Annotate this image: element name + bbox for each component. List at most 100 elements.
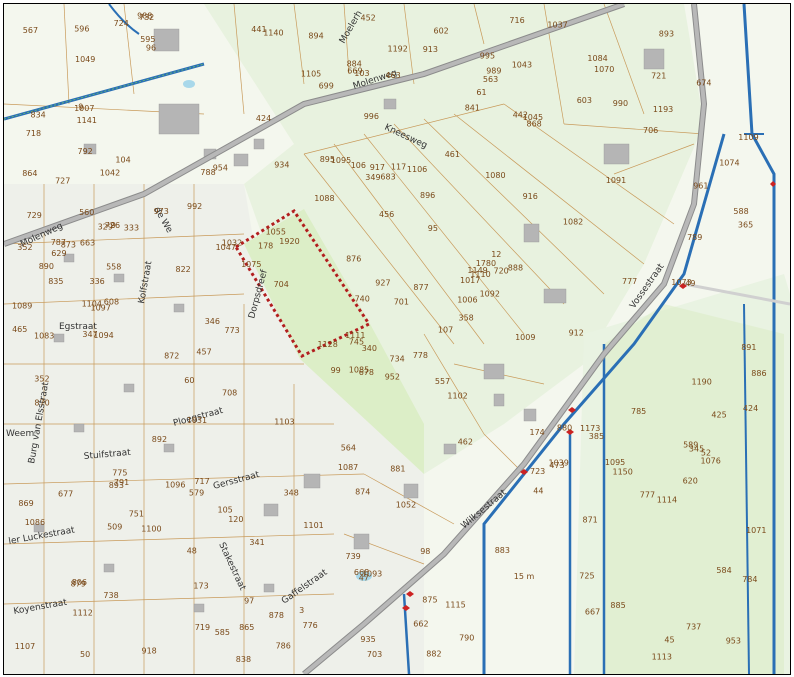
- parcel-number: 1055: [266, 228, 286, 237]
- parcel-number: 106: [351, 161, 366, 170]
- parcel-number: 706: [643, 126, 658, 135]
- parcel-number: 720: [494, 267, 509, 276]
- parcel-number: 892: [152, 435, 167, 444]
- parcel-number: 841: [465, 104, 480, 113]
- parcel-number: 98: [420, 547, 430, 556]
- parcel-number: 1083: [34, 332, 54, 341]
- parcel-number: 365: [738, 221, 753, 230]
- parcel-number: 788: [200, 168, 215, 177]
- parcel-number: 3: [299, 606, 304, 615]
- parcel-number: 1042: [100, 168, 120, 177]
- map-viewport[interactable]: Molenweg Molenweg Wilksestraat Vossestraat K…: [3, 3, 791, 675]
- parcel-number: 790: [459, 633, 474, 642]
- parcel-number: 674: [696, 79, 711, 88]
- parcel-number: 1091: [606, 176, 626, 185]
- parcel-number: 1140: [263, 29, 283, 38]
- parcel-number: 178: [258, 242, 273, 251]
- parcel-number: 778: [413, 351, 428, 360]
- parcel-number: 341: [249, 538, 264, 547]
- parcel-number: 1106: [407, 165, 427, 174]
- parcel-number: 740: [355, 294, 370, 303]
- parcel-number: 589: [683, 440, 698, 449]
- parcel-number: 60: [184, 376, 194, 385]
- parcel-number: 1100: [141, 524, 161, 533]
- parcel-number: 724: [114, 19, 129, 28]
- parcel-number: 461: [445, 150, 460, 159]
- parcel-number: 992: [187, 202, 202, 211]
- parcel-number: 465: [12, 325, 27, 334]
- parcel-number: 96: [146, 43, 156, 52]
- parcel-number: 787: [51, 238, 66, 247]
- parcel-number: 776: [303, 621, 318, 630]
- parcel-number: 1105: [301, 69, 321, 78]
- parcel-number: 1086: [25, 518, 45, 527]
- parcel-number: 916: [523, 192, 538, 201]
- parcel-number: 603: [577, 96, 592, 105]
- parcel-number: 1043: [512, 60, 532, 69]
- parcel-number: 934: [274, 161, 289, 170]
- parcel-number: 792: [78, 147, 93, 156]
- parcel-number: 104: [115, 155, 130, 164]
- parcel-number: 352: [34, 375, 49, 384]
- parcel-number: 1095: [605, 458, 625, 467]
- parcel-number: 669: [347, 67, 362, 76]
- parcel-number: 973: [154, 207, 169, 216]
- parcel-number: 786: [276, 641, 291, 650]
- parcel-number: 785: [631, 407, 646, 416]
- parcel-number: 721: [651, 72, 666, 81]
- parcel-number: 346: [205, 317, 220, 326]
- parcel-number: 1103: [274, 418, 294, 427]
- parcel-number: 509: [107, 523, 122, 532]
- parcel-number: 917: [370, 163, 385, 172]
- parcel-number: 1076: [701, 457, 721, 466]
- parcel-number: 1009: [515, 333, 535, 342]
- parcel-number: 585: [215, 628, 230, 637]
- parcel-number: 347: [82, 330, 97, 339]
- parcel-number: 563: [483, 75, 498, 84]
- parcel-number: 1111: [345, 331, 365, 340]
- parcel-number: 557: [435, 377, 450, 386]
- parcel-number: 1080: [485, 171, 505, 180]
- street-label-weem: Weem: [6, 429, 34, 439]
- parcel-number: 1087: [338, 463, 358, 472]
- parcel-number: 888: [508, 264, 523, 273]
- parcel-number: 442: [513, 110, 528, 119]
- parcel-number: 48: [187, 547, 197, 556]
- parcel-number: 879: [71, 579, 86, 588]
- parcel-number: 784: [742, 575, 757, 584]
- parcel-number: 558: [106, 263, 121, 272]
- parcel-number: 349: [365, 173, 380, 182]
- parcel-number: 880: [557, 423, 572, 432]
- parcel-number: 683: [380, 173, 395, 182]
- parcel-number: 886: [751, 369, 766, 378]
- parcel-number: 719: [195, 623, 210, 632]
- parcel-number: 865: [239, 623, 254, 632]
- parcel-number: 1190: [692, 378, 712, 387]
- parcel-number: 385: [589, 432, 604, 441]
- parcel-number: 1109: [738, 133, 758, 142]
- cadastral-map[interactable]: MolenwegMolenwegWilksestraatVossestraatK…: [4, 4, 790, 674]
- parcel-number: 990: [613, 99, 628, 108]
- parcel-number: 567: [23, 26, 38, 35]
- parcel-number: 699: [319, 81, 334, 90]
- parcel-number: 716: [509, 16, 524, 25]
- parcel-number: 864: [22, 169, 37, 178]
- parcel-number: 822: [176, 265, 191, 274]
- parcel-number: 868: [527, 120, 542, 129]
- parcel-number: 738: [103, 591, 118, 600]
- parcel-number: 789: [687, 233, 702, 242]
- parcel-number: 1101: [303, 521, 323, 530]
- parcel-number: 1095: [331, 156, 351, 165]
- parcel-number: 729: [27, 211, 42, 220]
- parcel-number: 918: [142, 647, 157, 656]
- parcel-number: 99: [331, 366, 341, 375]
- parcel-number: 50: [80, 650, 90, 659]
- parcel-number: 1075: [241, 260, 261, 269]
- parcel-number: 61: [476, 88, 486, 97]
- parcel-number: 1006: [457, 296, 477, 305]
- parcel-number: 732: [139, 13, 154, 22]
- parcel-number: 15 m: [514, 572, 535, 581]
- parcel-number: 1088: [314, 194, 334, 203]
- parcel-number: 1082: [563, 217, 583, 226]
- parcel-number: 105: [218, 506, 233, 515]
